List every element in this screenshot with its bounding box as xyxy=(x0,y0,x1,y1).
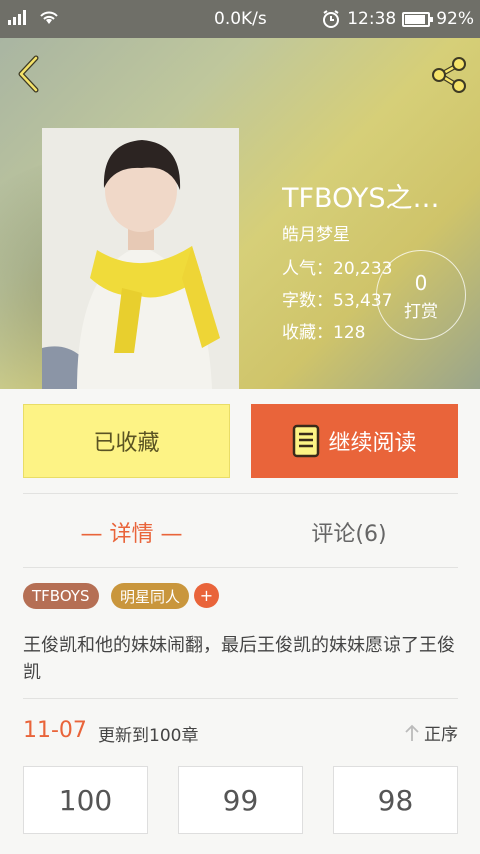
collected-label: 已收藏 xyxy=(93,431,160,456)
sort-label: 正序 xyxy=(424,725,458,745)
author-name[interactable]: 皓月梦星 xyxy=(282,220,350,245)
battery-fill xyxy=(405,14,426,24)
book-description: 王俊凯和他的妹妹闹翻，最后王俊凯的妹妹愿谅了王俊凯 xyxy=(23,635,455,683)
chapter-button[interactable]: 100 xyxy=(23,766,148,834)
add-tag-button[interactable]: + xyxy=(194,583,219,608)
divider xyxy=(23,698,458,699)
update-date: 11-07 xyxy=(23,718,87,743)
share-button[interactable] xyxy=(428,54,470,96)
wifi-icon xyxy=(40,11,58,24)
book-header: TFBOYS之… 皓月梦星 人气：20,233 字数：53,437 收藏：128… xyxy=(0,38,480,389)
tag-celebrity-fanfic[interactable]: 明星同人 xyxy=(111,583,190,609)
book-cover[interactable] xyxy=(42,128,239,389)
alarm-icon xyxy=(323,10,340,28)
share-icon xyxy=(432,57,466,93)
book-title: TFBOYS之… xyxy=(282,183,440,214)
update-status: 更新到100章 xyxy=(98,726,199,746)
chapter-button[interactable]: 99 xyxy=(178,766,303,834)
status-left xyxy=(8,9,60,25)
cover-image xyxy=(42,128,239,389)
tip-button[interactable]: 0 打赏 xyxy=(376,250,466,340)
clock: 12:38 xyxy=(347,9,397,29)
continue-reading-button[interactable]: 继续阅读 xyxy=(251,404,458,478)
collected-button[interactable]: 已收藏 xyxy=(23,404,230,478)
chapter-button[interactable]: 98 xyxy=(333,766,458,834)
battery-percent: 92% xyxy=(436,9,474,29)
arrow-up-icon xyxy=(405,724,419,741)
battery-icon xyxy=(402,11,434,27)
back-button[interactable] xyxy=(14,54,44,94)
chevron-left-icon xyxy=(18,55,39,93)
status-bar: 0.0K/s 12:38 92% xyxy=(0,0,480,38)
divider xyxy=(23,567,458,568)
continue-reading-label: 继续阅读 xyxy=(328,431,417,456)
status-right: 12:38 92% xyxy=(321,9,474,29)
tab-details[interactable]: — 详情 — xyxy=(23,504,240,560)
tip-label: 打赏 xyxy=(404,302,438,322)
favorites-stat: 收藏：128 xyxy=(282,323,366,343)
network-speed: 0.0K/s xyxy=(214,9,267,29)
popularity-stat: 人气：20,233 xyxy=(282,259,393,279)
tab-comments[interactable]: 评论(6) xyxy=(240,504,458,560)
signal-icon xyxy=(8,10,26,25)
sort-toggle[interactable]: 正序 xyxy=(404,720,458,745)
tip-count: 0 xyxy=(414,271,428,295)
book-icon xyxy=(293,424,320,458)
tag-tfboys[interactable]: TFBOYS xyxy=(23,583,99,609)
divider xyxy=(23,493,458,494)
